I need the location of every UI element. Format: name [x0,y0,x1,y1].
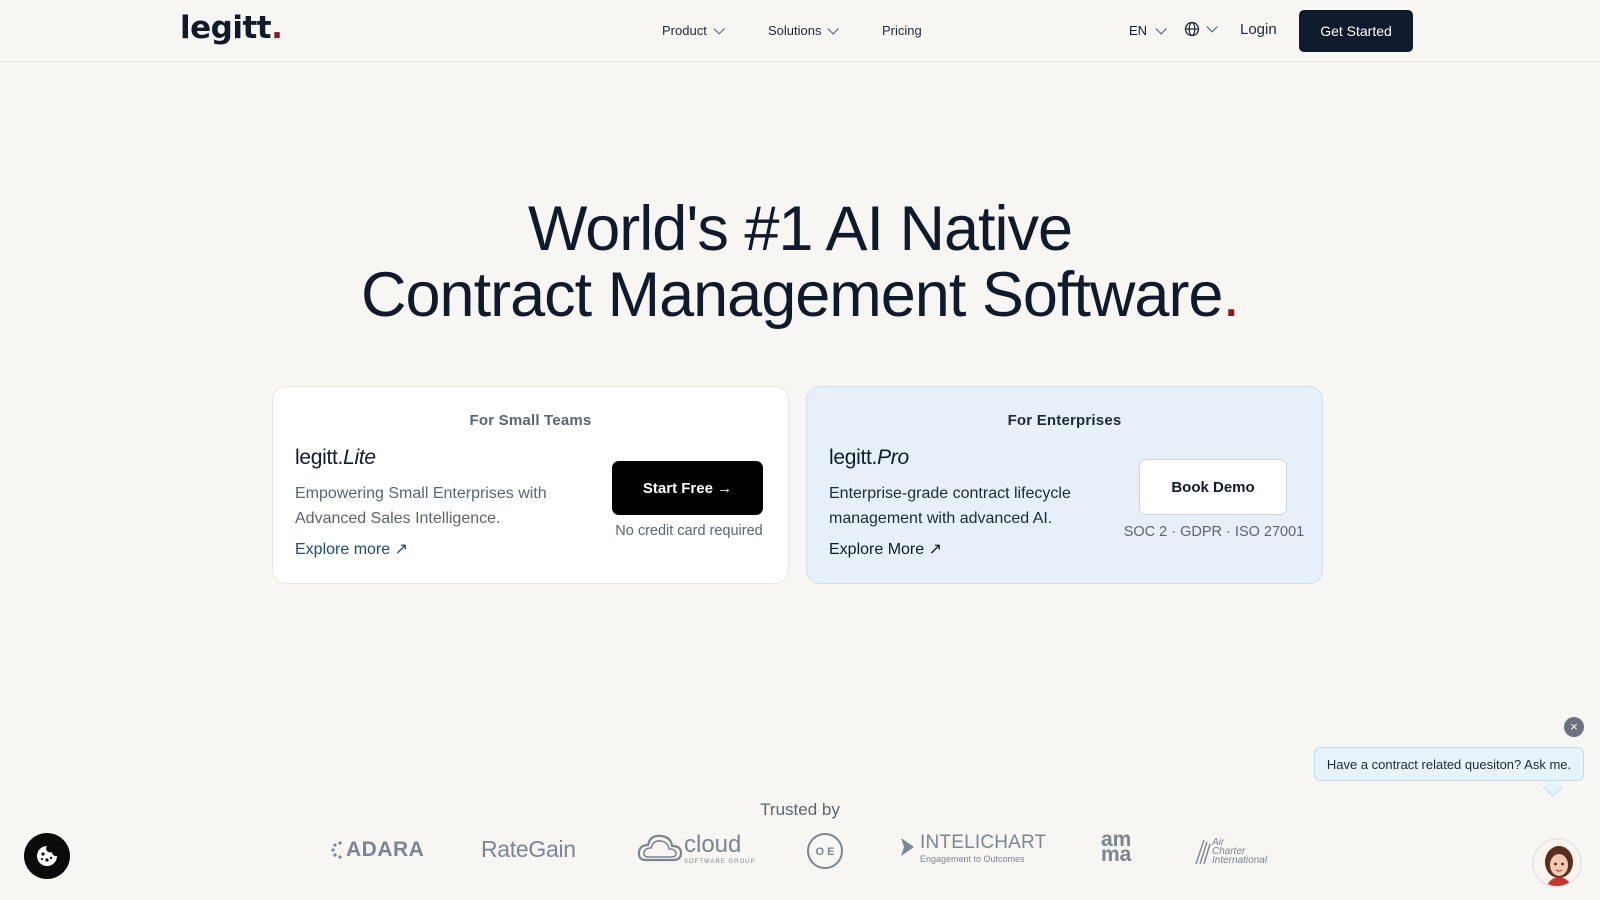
chevron-down-icon [827,22,840,35]
client-logos: ADARA RateGain cloud SOFTWARE GROUP O E … [0,829,1600,870]
chevron-down-icon [1206,21,1218,33]
air-charter-swoosh-icon [1195,839,1211,865]
cloud-subtext: SOFTWARE GROUP [684,859,756,865]
rategain-logo: RateGain [481,836,576,862]
lite-brand: legitt. [295,446,344,469]
adara-mark-icon [331,841,342,859]
assistant-avatar-icon [1534,840,1580,886]
hero-dot: . [1222,260,1239,330]
pro-product-name: legitt.Pro [829,446,909,470]
cloud-software-group-logo: cloud SOFTWARE GROUP [636,830,755,866]
pro-description: Enterprise-grade contract lifecycle mana… [829,485,1071,527]
cookie-settings-button[interactable] [24,833,70,879]
hero-line-1: World's #1 AI Native [527,194,1073,264]
adara-logo: ADARA [330,838,424,862]
hero-line-2-text: Contract Management Software [361,260,1223,330]
chat-assistant-avatar[interactable] [1532,838,1582,888]
amma-logo: am ma [1101,829,1132,866]
language-label: EN [1129,23,1148,38]
hero-heading: World's #1 AI Native Contract Management… [0,196,1600,328]
lite-brand-suffix: Lite [343,446,376,469]
adara-text: ADARA [346,838,425,861]
air-line-3: International [1212,854,1268,866]
lite-kicker: For Small Teams [469,412,592,429]
top-navbar: legitt. Product Solutions Pricing EN Log… [0,0,1600,62]
nav-pricing[interactable]: Pricing [882,23,922,38]
one-logo: O E [806,832,844,870]
chevron-down-icon [1155,22,1167,35]
lite-explore-link[interactable]: Explore more ↗ [295,539,408,559]
hero-line-2: Contract Management Software. [0,262,1600,328]
start-free-button[interactable]: Start Free → [612,461,763,515]
intelichart-subtext: Engagement to Outcomes [920,854,1025,864]
chevron-down-icon [713,22,725,35]
globe-icon [1184,21,1200,37]
intelichart-chevron-icon [901,838,914,856]
cloud-icon [637,834,683,862]
pro-explore-link[interactable]: Explore More ↗ [829,539,942,559]
lite-description: Empowering Small Enterprises with Advanc… [295,485,547,527]
get-started-button[interactable]: Get Started [1299,10,1413,52]
cookie-icon [37,846,57,866]
pro-brand-suffix: Pro [877,446,909,469]
lite-note: No credit card required [615,523,763,539]
book-demo-button[interactable]: Book Demo [1139,459,1287,515]
cloud-text: cloud [684,831,742,858]
region-select[interactable] [1184,21,1218,37]
logo-dot: . [271,10,283,46]
intelichart-text: INTELICHART [920,832,1047,853]
compliance-note: SOC 2 · GDPR · ISO 27001 [1123,524,1305,540]
one-logo-text: O E [816,846,835,858]
nav-pricing-label: Pricing [882,23,922,38]
nav-solutions-label: Solutions [768,23,822,38]
pro-plan-card: For Enterprises legitt.Pro Enterprise-gr… [806,386,1323,584]
login-link[interactable]: Login [1240,21,1277,38]
lite-plan-card: For Small Teams legitt.Lite Empowering S… [272,386,789,584]
nav-product-label: Product [662,23,707,38]
chat-prompt-bubble[interactable]: Have a contract related quesiton? Ask me… [1314,747,1584,781]
legitt-logo[interactable]: legitt. [180,10,283,46]
trusted-by-label: Trusted by [760,800,840,819]
chat-close-button[interactable]: × [1564,717,1584,737]
intelichart-logo: INTELICHART Engagement to Outcomes [898,832,1046,864]
nav-product[interactable]: Product [662,22,725,38]
air-charter-logo: Air Charter International [1194,836,1267,866]
pro-brand: legitt. [829,446,878,469]
nav-solutions[interactable]: Solutions [768,22,840,38]
one-circle-icon: O E [807,833,843,869]
amma-bottom: ma [1101,843,1132,866]
language-select[interactable]: EN [1129,22,1167,38]
lite-product-name: legitt.Lite [295,446,376,470]
logo-text: legitt [180,10,272,46]
pro-kicker: For Enterprises [1007,412,1122,429]
